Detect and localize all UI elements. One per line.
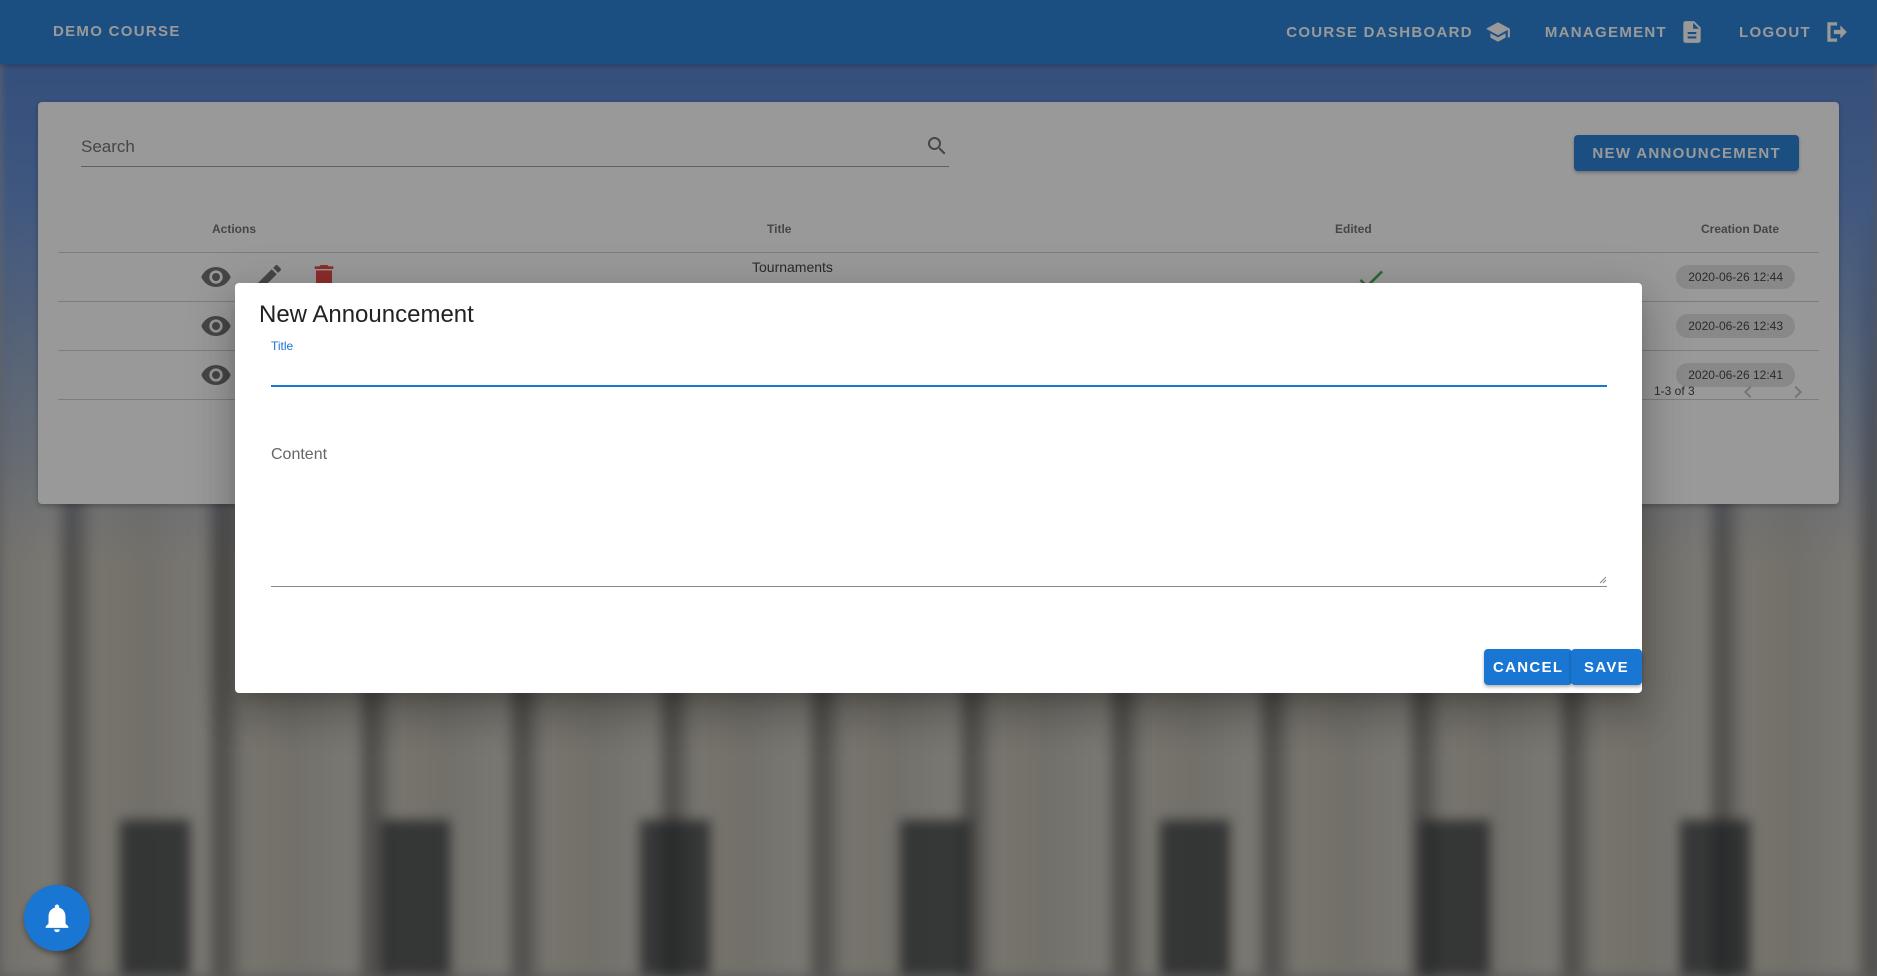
new-announcement-dialog: New Announcement Title Content CANCEL SA… (235, 283, 1642, 693)
bell-icon (45, 904, 69, 933)
content-field-label: Content (271, 446, 328, 463)
cancel-button[interactable]: CANCEL (1484, 649, 1573, 685)
title-field: Title (271, 339, 1607, 387)
content-field[interactable]: Content (271, 446, 1607, 587)
notifications-button[interactable] (24, 885, 90, 951)
dialog-title: New Announcement (259, 301, 474, 328)
title-input[interactable] (271, 361, 1601, 383)
resize-handle-icon[interactable] (1597, 574, 1607, 584)
save-button[interactable]: SAVE (1571, 649, 1642, 685)
title-field-label: Title (271, 339, 294, 353)
